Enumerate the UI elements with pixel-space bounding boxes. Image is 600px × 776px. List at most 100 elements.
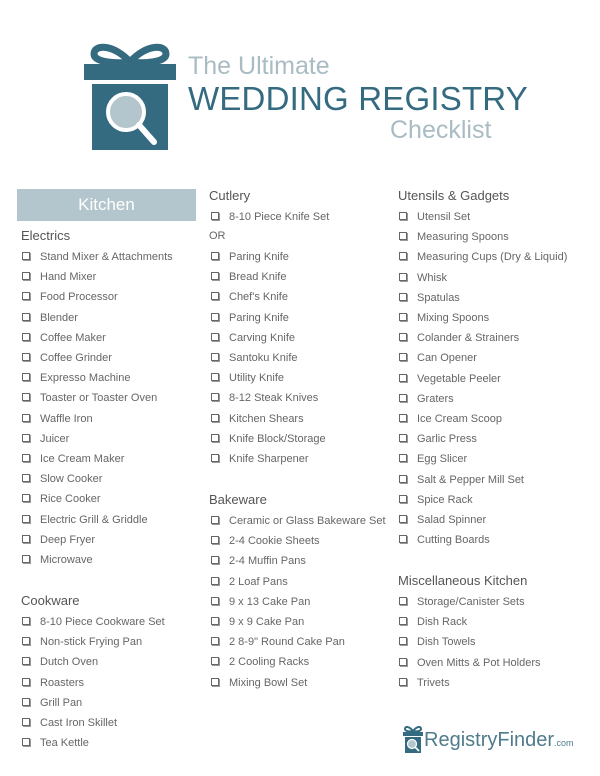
checkbox-icon[interactable] [399, 515, 407, 524]
checkbox-icon[interactable] [211, 454, 219, 463]
checklist-item[interactable]: Cast Iron Skillet [22, 716, 117, 730]
checkbox-icon[interactable] [211, 657, 219, 666]
checkbox-icon[interactable] [211, 413, 219, 422]
checklist-item[interactable]: Coffee Grinder [22, 351, 112, 365]
checkbox-icon[interactable] [22, 697, 30, 706]
checklist-item[interactable]: Ceramic or Glass Bakeware Set [211, 514, 386, 528]
checkbox-icon[interactable] [399, 535, 407, 544]
checklist-item[interactable]: Spatulas [399, 291, 460, 305]
checkbox-icon[interactable] [211, 252, 219, 261]
checkbox-icon[interactable] [399, 434, 407, 443]
checkbox-icon[interactable] [211, 596, 219, 605]
checkbox-icon[interactable] [211, 373, 219, 382]
checkbox-icon[interactable] [211, 433, 219, 442]
checkbox-icon[interactable] [22, 677, 30, 686]
checkbox-icon[interactable] [22, 272, 30, 281]
checklist-item[interactable]: Colander & Strainers [399, 331, 519, 345]
checklist-item[interactable]: Carving Knife [211, 331, 295, 345]
checklist-item[interactable]: Food Processor [22, 290, 118, 304]
checklist-item[interactable]: Microwave [22, 553, 93, 567]
checkbox-icon[interactable] [22, 252, 30, 261]
checklist-item[interactable]: Knife Block/Storage [211, 432, 326, 446]
checklist-item[interactable]: Roasters [22, 676, 84, 690]
checkbox-icon[interactable] [211, 576, 219, 585]
checklist-item[interactable]: Salt & Pepper Mill Set [399, 473, 524, 487]
checkbox-icon[interactable] [22, 332, 30, 341]
checkbox-icon[interactable] [399, 657, 407, 666]
checklist-item[interactable]: 2-4 Muffin Pans [211, 554, 306, 568]
checkbox-icon[interactable] [211, 212, 219, 221]
checklist-item[interactable]: Dish Towels [399, 635, 476, 649]
checkbox-icon[interactable] [399, 292, 407, 301]
checklist-item[interactable]: Egg Slicer [399, 452, 467, 466]
checklist-item[interactable]: Spice Rack [399, 493, 473, 507]
checkbox-icon[interactable] [399, 272, 407, 281]
checkbox-icon[interactable] [399, 597, 407, 606]
checklist-item[interactable]: Vegetable Peeler [399, 372, 501, 386]
checklist-item[interactable]: Whisk [399, 271, 447, 285]
checklist-item[interactable]: Knife Sharpener [211, 452, 309, 466]
checklist-item[interactable]: Expresso Machine [22, 371, 131, 385]
checklist-item[interactable]: Santoku Knife [211, 351, 298, 365]
checkbox-icon[interactable] [22, 555, 30, 564]
checklist-item[interactable]: 2 Cooling Racks [211, 655, 309, 669]
checklist-item[interactable]: Utensil Set [399, 210, 470, 224]
checkbox-icon[interactable] [211, 353, 219, 362]
checklist-item[interactable]: Mixing Bowl Set [211, 676, 307, 690]
checkbox-icon[interactable] [22, 514, 30, 523]
checkbox-icon[interactable] [211, 272, 219, 281]
checklist-item[interactable]: Slow Cooker [22, 472, 102, 486]
checklist-item[interactable]: Deep Fryer [22, 533, 95, 547]
checklist-item[interactable]: 8-12 Steak Knives [211, 391, 318, 405]
checkbox-icon[interactable] [211, 536, 219, 545]
checklist-item[interactable]: Storage/Canister Sets [399, 595, 525, 609]
checkbox-icon[interactable] [399, 252, 407, 261]
checkbox-icon[interactable] [22, 617, 30, 626]
checklist-item[interactable]: Paring Knife [211, 250, 289, 264]
checkbox-icon[interactable] [211, 617, 219, 626]
checklist-item[interactable]: Chef's Knife [211, 290, 288, 304]
checklist-item[interactable]: Salad Spinner [399, 513, 486, 527]
checklist-item[interactable]: Bread Knife [211, 270, 286, 284]
checkbox-icon[interactable] [399, 454, 407, 463]
checklist-item[interactable]: Utility Knife [211, 371, 284, 385]
checklist-item[interactable]: Trivets [399, 676, 450, 690]
checkbox-icon[interactable] [22, 534, 30, 543]
checkbox-icon[interactable] [399, 494, 407, 503]
checklist-item[interactable]: Hand Mixer [22, 270, 96, 284]
checkbox-icon[interactable] [211, 516, 219, 525]
checkbox-icon[interactable] [22, 738, 30, 747]
checkbox-icon[interactable] [399, 393, 407, 402]
checkbox-icon[interactable] [22, 413, 30, 422]
checklist-item[interactable]: 2 Loaf Pans [211, 575, 288, 589]
checkbox-icon[interactable] [22, 353, 30, 362]
checklist-item[interactable]: Rice Cooker [22, 492, 101, 506]
checklist-item[interactable]: Measuring Spoons [399, 230, 509, 244]
checkbox-icon[interactable] [22, 718, 30, 727]
checkbox-icon[interactable] [22, 373, 30, 382]
checklist-item[interactable]: Coffee Maker [22, 331, 106, 345]
checklist-item[interactable]: Dutch Oven [22, 655, 98, 669]
checklist-item[interactable]: 8-10 Piece Cookware Set [22, 615, 165, 629]
checklist-item[interactable]: Toaster or Toaster Oven [22, 391, 157, 405]
checklist-item[interactable]: Dish Rack [399, 615, 467, 629]
checkbox-icon[interactable] [211, 393, 219, 402]
checkbox-icon[interactable] [399, 353, 407, 362]
checklist-item[interactable]: Grill Pan [22, 696, 82, 710]
checkbox-icon[interactable] [399, 212, 407, 221]
checklist-item[interactable]: 8-10 Piece Knife Set [211, 210, 329, 224]
checklist-item[interactable]: Ice Cream Scoop [399, 412, 502, 426]
checkbox-icon[interactable] [211, 637, 219, 646]
checkbox-icon[interactable] [211, 332, 219, 341]
checkbox-icon[interactable] [22, 312, 30, 321]
checkbox-icon[interactable] [399, 373, 407, 382]
checkbox-icon[interactable] [399, 637, 407, 646]
checklist-item[interactable]: Cutting Boards [399, 533, 490, 547]
checkbox-icon[interactable] [399, 333, 407, 342]
checklist-item[interactable]: Graters [399, 392, 454, 406]
checklist-item[interactable]: Waffle Iron [22, 412, 93, 426]
checkbox-icon[interactable] [22, 637, 30, 646]
checkbox-icon[interactable] [399, 617, 407, 626]
checkbox-icon[interactable] [211, 556, 219, 565]
checkbox-icon[interactable] [211, 312, 219, 321]
